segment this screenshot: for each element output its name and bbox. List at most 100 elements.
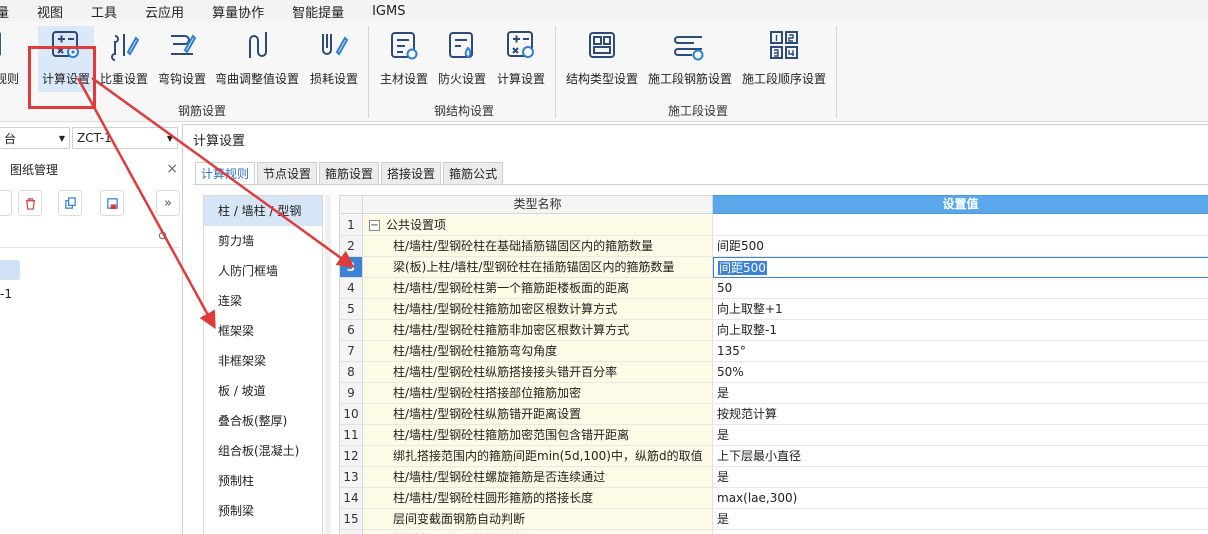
table-row[interactable]: 2 柱/墙柱/型钢砼柱在基础插筋锚固区内的箍筋数量 间距500 [339,236,1208,257]
row-value-cell[interactable]: max(lae,300) [713,488,1208,509]
copy-button[interactable] [58,190,82,216]
table-row[interactable]: 14 柱/墙柱/型钢砼柱圆形箍筋的搭接长度 max(lae,300) [339,488,1208,509]
more-button[interactable]: » [156,190,180,216]
floor-combo[interactable]: 台 ▼ [0,127,70,149]
rebar-group-title: 钢筋设置 [178,104,227,118]
dialog-title: 计算设置 [193,134,246,149]
row-value-cell[interactable]: 向上取整-1 [713,320,1208,341]
menu-item-view[interactable]: 视图 [23,2,77,21]
table-row[interactable]: 6 柱/墙柱/型钢砼柱箍筋非加密区根数计算方式 向上取整-1 [339,320,1208,341]
main-material-settings-button[interactable]: 主材设置 [378,26,430,92]
loss-settings-button[interactable]: 损耗设置 [306,26,362,92]
bend-adjust-settings-button[interactable]: 弯曲调整值设置 [214,26,300,92]
category-item[interactable]: 柱 / 墙柱 / 型钢 [204,196,322,226]
tab-node-settings[interactable]: 节点设置 [257,162,318,184]
tab-stirrup-settings[interactable]: 箍筋设置 [319,162,380,184]
menu-item-cloud[interactable]: 云应用 [131,2,198,21]
stage-order-settings-label: 施工段顺序设置 [741,72,826,86]
category-scrollbar[interactable] [325,195,331,534]
table-row[interactable]: 1− 公共设置项 [339,215,1208,236]
table-row[interactable]: 13 柱/墙柱/型钢砼柱螺旋箍筋是否连续通过是 [339,467,1208,488]
row-value-cell[interactable]: 是 [713,383,1208,404]
main-material-settings-label: 主材设置 [379,72,428,86]
row-value-cell[interactable]: 是 [713,509,1208,530]
stage-order-settings-button[interactable]: 施工段顺序设置 [740,26,828,92]
structure-type-settings-button[interactable]: 结构类型设置 [564,26,640,92]
hook-settings-button[interactable]: 弯钩设置 [156,26,208,92]
left-tree-selected[interactable] [0,260,20,280]
row-name-cell: 绑扎搭接范围内的箍筋间距min(5d,100)中，纵筋d的取值 [363,446,713,467]
row-value-cell[interactable]: 50 [713,278,1208,299]
search-icon[interactable] [158,231,169,242]
category-item[interactable]: 人防门框墙 [204,256,322,286]
row-value-cell[interactable]: 是 [713,467,1208,488]
row-value-cell[interactable]: 50% [713,362,1208,383]
row-number: 9 [339,383,363,404]
table-row[interactable]: 7 柱/墙柱/型钢砼柱箍筋弯勾角度 135° [339,341,1208,362]
row-name-cell: 柱/墙柱/型钢砼柱纵筋搭接接头错开百分率 [363,362,713,383]
fire-settings-button[interactable]: 防火设置 [434,26,490,92]
tab-calc-rules[interactable]: 计算规则 [195,162,256,184]
category-item[interactable]: 连梁 [204,286,322,316]
row-number: 16 [339,530,363,534]
toolbar-button[interactable] [0,190,12,216]
table-row[interactable]: 9 柱/墙柱/型钢砼柱搭接部位箍筋加密是 [339,383,1208,404]
category-item[interactable]: 预制墙 [204,526,322,534]
table-row[interactable]: 8 柱/墙柱/型钢砼柱纵筋搭接接头错开百分率 50% [339,362,1208,383]
category-item[interactable]: 预制梁 [204,496,322,526]
table-row[interactable]: 15 层间变截面钢筋自动判断是 [339,509,1208,530]
stage-rebar-settings-button[interactable]: 施工段钢筋设置 [645,26,735,92]
table-row[interactable]: 10 柱/墙柱/型钢砼柱纵筋错开距离设置 按规范计算 [339,404,1208,425]
row-value-cell[interactable]: 间距500 [713,236,1208,257]
table-row[interactable]: 5 柱/墙柱/型钢砼柱箍筋加密区根数计算方式 向上取整+1 [339,299,1208,320]
row-value-cell[interactable]: 是 [713,425,1208,446]
steel-calc-settings-button[interactable]: 计算设置 [494,26,548,92]
density-settings-button[interactable]: 比重设置 [98,26,150,92]
row-name-cell: 柱/墙柱/型钢砼柱纵筋错开距离设置 [363,404,713,425]
category-item[interactable]: 非框架梁 [204,346,322,376]
delete-button[interactable] [18,190,42,216]
menu-item-igms[interactable]: IGMS [358,4,419,19]
row-name-cell: 柱/墙柱/型钢砼柱螺旋箍筋是否连续通过 [363,467,713,488]
row-name-cell: 柱/墙柱/型钢砼柱第一个箍筋距楼板面的距离 [363,278,713,299]
stage-rebar-settings-label: 施工段钢筋设置 [647,72,732,86]
row-name-cell: 柱/墙柱/型钢砼柱箍筋计算设置 [363,530,713,534]
close-icon[interactable]: × [166,161,178,177]
category-item[interactable]: 叠合板(整厚) [204,406,322,436]
table-row[interactable]: 12 绑扎搭接范围内的箍筋间距min(5d,100)中，纵筋d的取值 上下层最小直径 [339,446,1208,467]
tab-stirrup-formula[interactable]: 箍筋公式 [443,162,504,184]
component-combo[interactable]: ZCT-1 ▼ [72,127,178,149]
save-layout-button[interactable] [100,190,124,216]
material-list-icon [391,32,418,60]
menu-item-collaboration[interactable]: 算量协作 [198,2,278,21]
row-number: 2 [339,236,363,257]
category-item[interactable]: 预制柱 [204,466,322,496]
category-item[interactable]: 剪力墙 [204,226,322,256]
menu-item-quantity[interactable]: 量 [0,2,23,21]
table-row[interactable]: 11 柱/墙柱/型钢砼柱箍筋加密范围包含错开距离是 [339,425,1208,446]
row-value-cell[interactable]: 按规范计算 [713,404,1208,425]
table-row[interactable]: 3 梁(板)上柱/墙柱/型钢砼柱在插筋锚固区内的箍筋数量 间距500 [339,257,1208,278]
menu-item-tools[interactable]: 工具 [77,2,131,21]
rules-button[interactable]: 规则 [0,26,20,92]
chevron-down-icon: ▼ [58,133,65,143]
tab-lap-settings[interactable]: 搭接设置 [381,162,442,184]
category-item[interactable]: 板 / 坡道 [204,376,322,406]
hook-icon [171,34,197,55]
group-separator [836,26,837,118]
left-tree-item[interactable]: -1 [0,287,12,301]
row-value-cell[interactable] [713,215,1208,236]
row-value-cell[interactable] [713,530,1208,534]
table-row[interactable]: 4 柱/墙柱/型钢砼柱第一个箍筋距楼板面的距离 50 [339,278,1208,299]
row-number: 11 [339,425,363,446]
row-value-cell[interactable]: 上下层最小直径 [713,446,1208,467]
collapse-icon[interactable]: − [369,219,380,231]
table-row[interactable]: 16柱/墙柱/型钢砼柱箍筋计算设置 [339,530,1208,534]
category-item[interactable]: 框架梁 [204,316,322,346]
row-value-cell[interactable]: 向上取整+1 [713,299,1208,320]
drawing-management-tab[interactable]: 图纸管理 [10,161,58,178]
row-value-cell[interactable]: 135° [713,341,1208,362]
row-value-cell[interactable]: 间距500 [713,257,1208,278]
menu-item-smart-extract[interactable]: 智能提量 [278,2,358,21]
category-item[interactable]: 组合板(混凝土) [204,436,322,466]
